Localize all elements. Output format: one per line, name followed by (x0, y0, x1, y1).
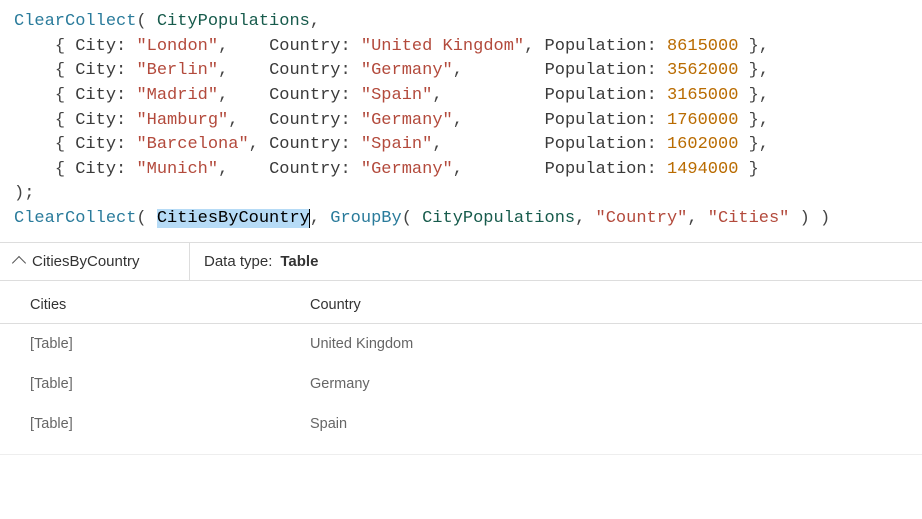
record-row-5: { City: "Barcelona", Country: "Spain", P… (14, 135, 769, 154)
comma: , (575, 209, 595, 228)
record-row-4: { City: "Hamburg", Country: "Germany", P… (14, 111, 769, 130)
result-datatype: Data type: Table (190, 243, 332, 280)
comma: , (310, 209, 330, 228)
record-row-3: { City: "Madrid", Country: "Spain", Popu… (14, 86, 769, 105)
fn-groupby: GroupBy (330, 209, 401, 228)
result-title: CitiesByCountry (32, 253, 140, 270)
record-row-6: { City: "Munich", Country: "Germany", Po… (14, 160, 759, 179)
chevron-up-icon (12, 256, 26, 270)
result-header: CitiesByCountry Data type: Table (0, 243, 922, 281)
comma: , (310, 12, 320, 31)
divider (0, 454, 922, 455)
identifier-citypopulations: CityPopulations (157, 12, 310, 31)
result-table: Cities Country [Table] United Kingdom [T… (0, 281, 922, 452)
close-parens: ) ) (789, 209, 830, 228)
table-row[interactable]: [Table] United Kingdom (0, 324, 922, 364)
selected-identifier: CitiesByCountry (157, 209, 310, 228)
result-collapse-toggle[interactable]: CitiesByCountry (0, 243, 190, 280)
table-row[interactable]: [Table] Germany (0, 364, 922, 404)
cell-cities[interactable]: [Table] (0, 324, 280, 364)
open-paren-2: ( (136, 209, 156, 228)
col-header-cities[interactable]: Cities (0, 287, 280, 323)
open-paren-3: ( (402, 209, 422, 228)
cell-country: United Kingdom (280, 324, 560, 364)
identifier-citypopulations-2: CityPopulations (422, 209, 575, 228)
datatype-value: Table (280, 253, 318, 270)
cell-country: Germany (280, 364, 560, 404)
fn-clearcollect-1: ClearCollect (14, 12, 136, 31)
comma: , (687, 209, 707, 228)
cell-country: Spain (280, 404, 560, 444)
string-country: "Country" (596, 209, 688, 228)
record-row-1: { City: "London", Country: "United Kingd… (14, 37, 769, 56)
close-paren-1: ); (14, 184, 34, 203)
table-row[interactable]: [Table] Spain (0, 404, 922, 444)
record-row-2: { City: "Berlin", Country: "Germany", Po… (14, 61, 769, 80)
formula-editor[interactable]: ClearCollect( CityPopulations, { City: "… (0, 0, 922, 243)
open-paren-1: ( (136, 12, 156, 31)
cell-cities[interactable]: [Table] (0, 364, 280, 404)
col-header-country[interactable]: Country (280, 287, 560, 323)
fn-clearcollect-2: ClearCollect (14, 209, 136, 228)
string-cities: "Cities" (708, 209, 790, 228)
table-header-row: Cities Country (0, 287, 922, 324)
datatype-label: Data type: (204, 253, 272, 270)
cell-cities[interactable]: [Table] (0, 404, 280, 444)
